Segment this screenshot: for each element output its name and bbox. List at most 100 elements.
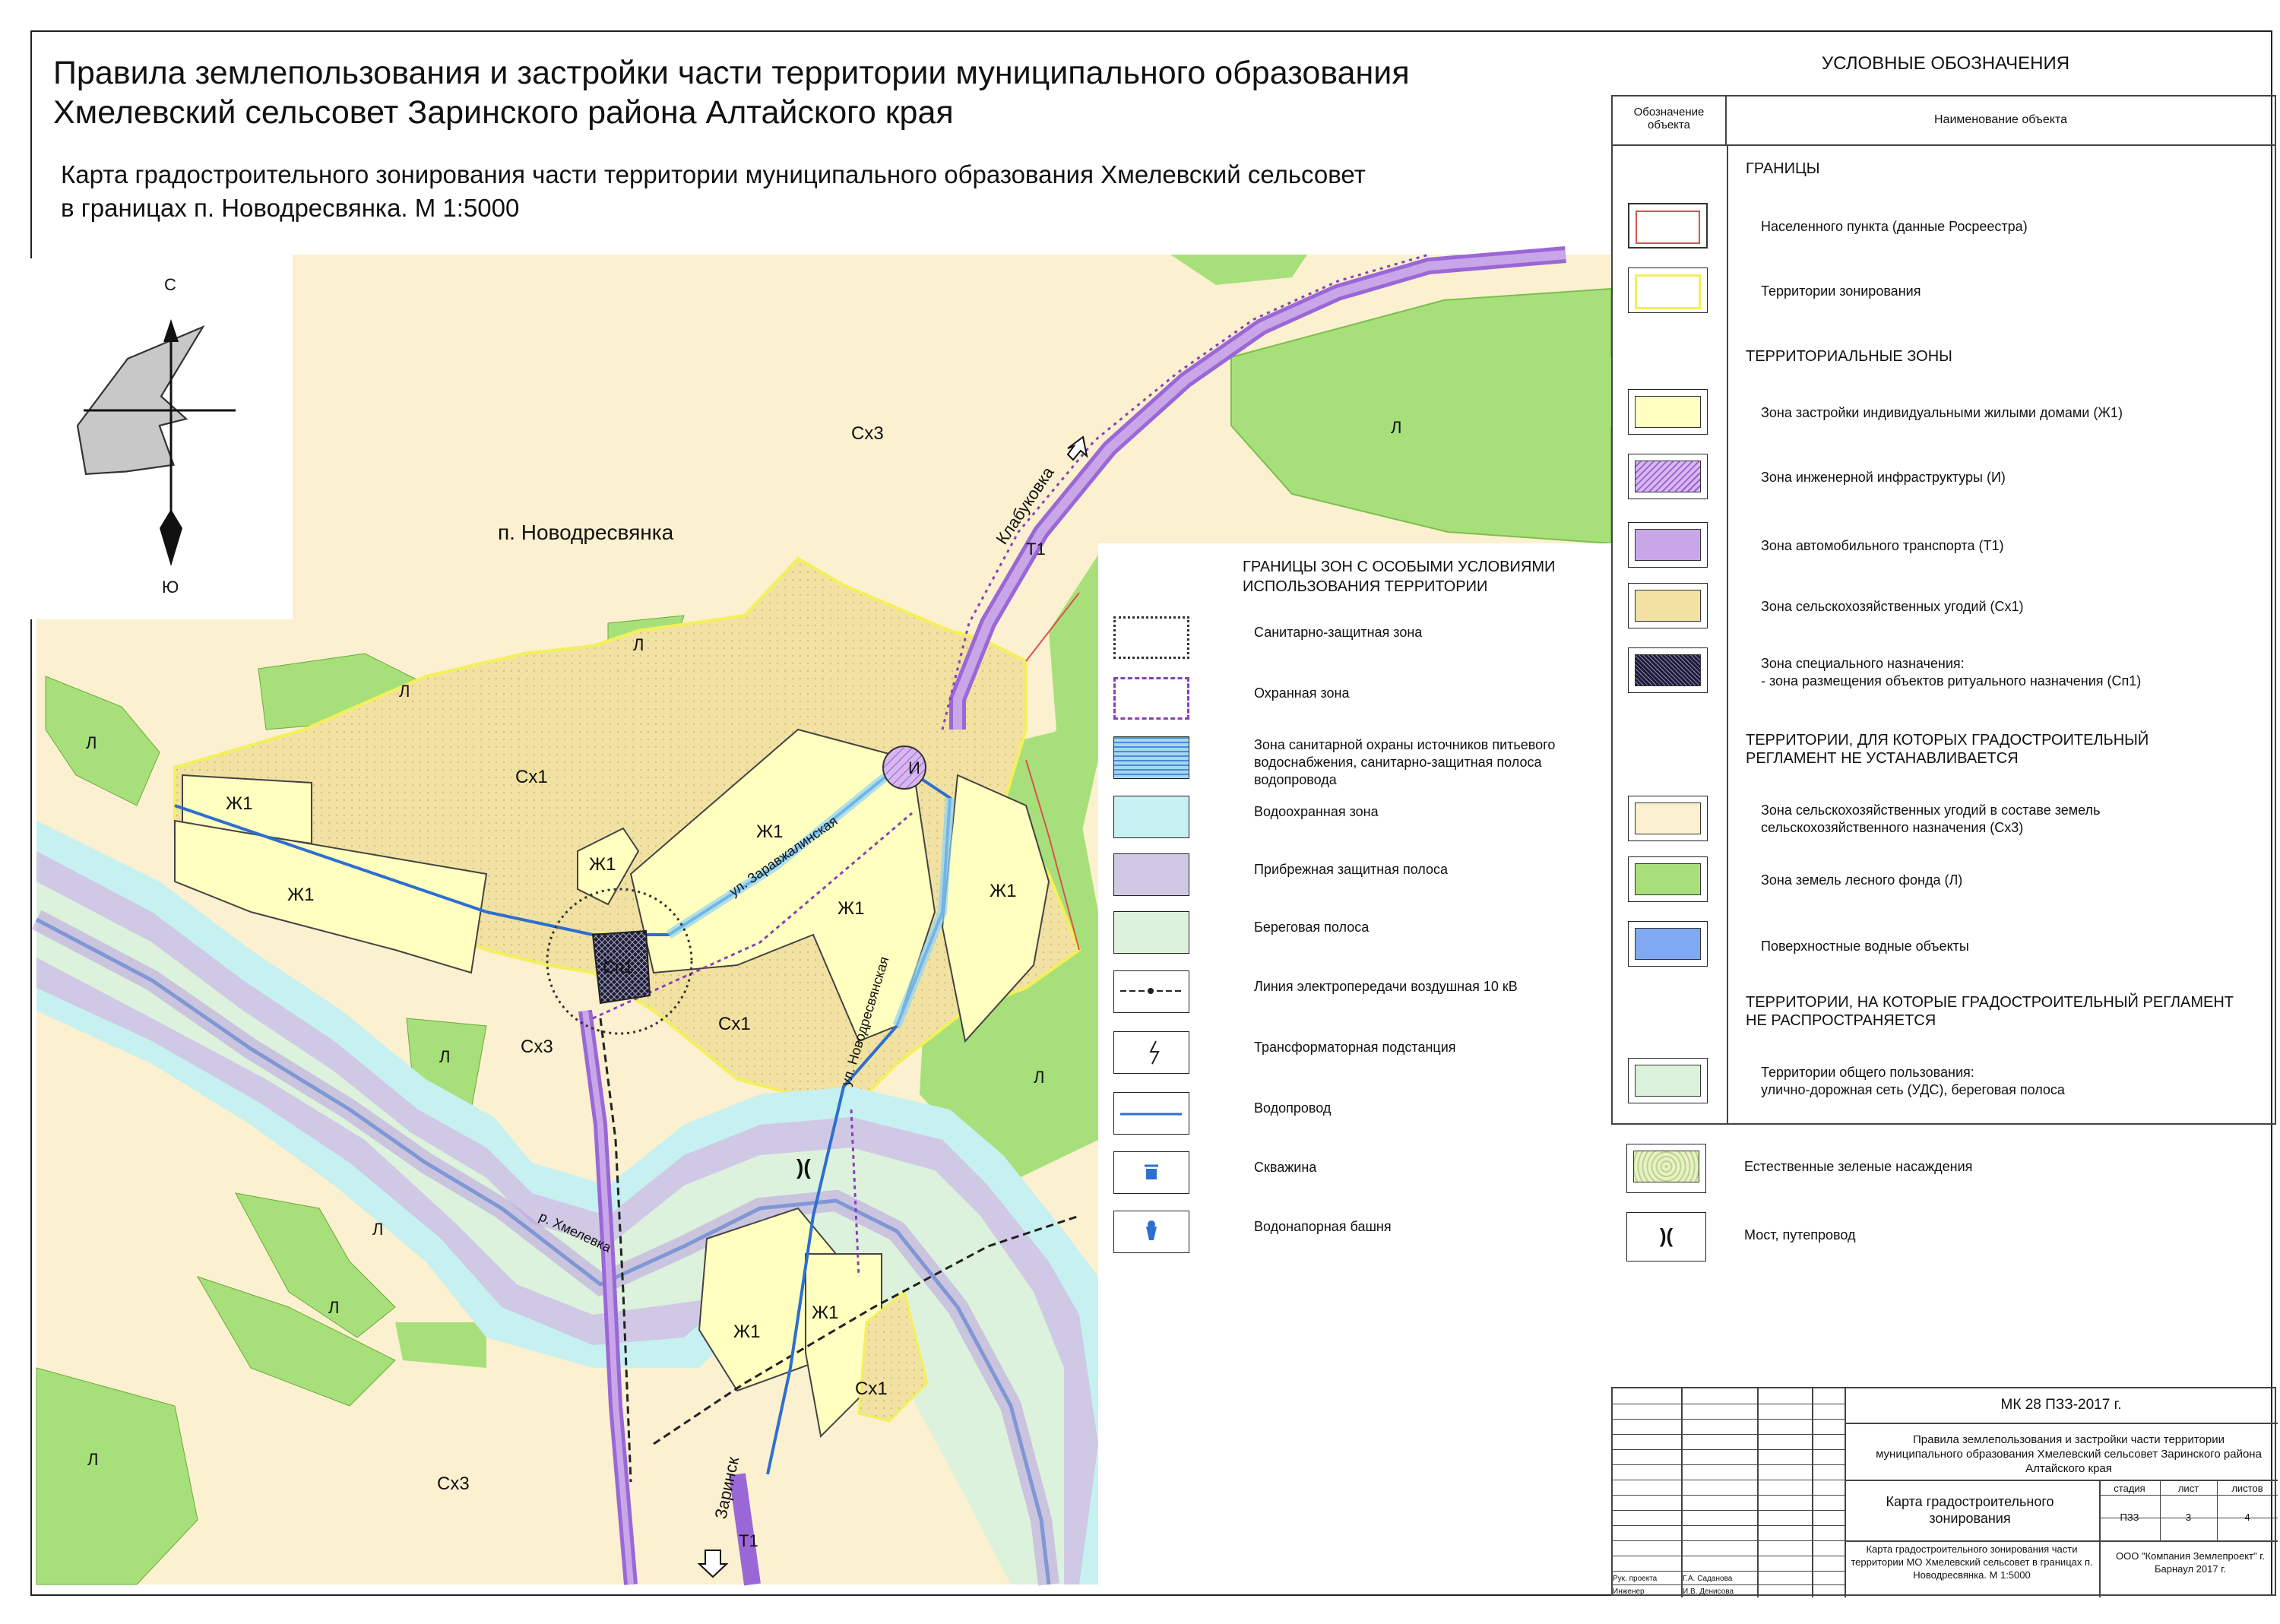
- label-bridge: )(: [796, 1155, 811, 1179]
- label-forest: Л: [86, 733, 97, 752]
- page-title-line: Правила землепользования и застройки час…: [53, 55, 1410, 91]
- person-name: И.В. Денисова: [1683, 1588, 1734, 1596]
- legend-label: Прибрежная защитная полоса: [1254, 862, 1449, 877]
- legend-label: Водопровод: [1254, 1100, 1332, 1116]
- legend-col-symbol: Обозначение объекта: [1613, 97, 1727, 146]
- label-zh1: Ж1: [589, 854, 616, 875]
- legend-label: Скважина: [1254, 1160, 1317, 1175]
- legend-section-zones: ТЕРРИТОРИАЛЬНЫЕ ЗОНЫ: [1746, 348, 1952, 365]
- north-arrow-icon: [163, 319, 179, 342]
- special-zones-legend-title: ГРАНИЦЫ ЗОН С ОСОБЫМИ УСЛОВИЯМИ ИСПОЛЬЗО…: [1243, 559, 1556, 595]
- legend-title: УСЛОВНЫЕ ОБОЗНАЧЕНИЯ: [1821, 53, 2070, 74]
- sheets-value: 4: [2244, 1512, 2250, 1523]
- legend-row: Территории зонирования: [1628, 268, 2266, 313]
- substation-icon: [1113, 1031, 1189, 1074]
- page-title: Правила землепользования и застройки час…: [53, 53, 1573, 132]
- legend-row: Территории общего пользования: улично-до…: [1628, 1058, 2266, 1103]
- legend-row: Зона инженерной инфраструктуры (И): [1628, 454, 2266, 499]
- special-zones-legend: ГРАНИЦЫ ЗОН С ОСОБЫМИ УСЛОВИЯМИ ИСПОЛЬЗО…: [1098, 543, 1615, 1588]
- legend-label: Зона специального назначения: - зона раз…: [1761, 656, 2142, 689]
- legend-row: Зона сельскохозяйственных угодий (Сх1): [1628, 583, 2266, 628]
- label-zh1: Ж1: [812, 1303, 839, 1323]
- label-forest: Л: [1034, 1068, 1044, 1087]
- label-zh1: Ж1: [226, 793, 253, 814]
- zone-sp1-icon: [1628, 647, 1708, 693]
- water-protection-icon: [1113, 736, 1189, 779]
- legend-label: Населенного пункта (данные Росреестра): [1761, 219, 2028, 234]
- label-zh1: Ж1: [756, 821, 784, 842]
- label-sx1: Сх1: [718, 1014, 751, 1034]
- label-t1: Т1: [739, 1531, 758, 1550]
- label-sx3: Сх3: [437, 1474, 470, 1494]
- legend-row: Зона земель лесного фонда (Л): [1628, 856, 2266, 902]
- label-i: И: [908, 758, 920, 777]
- legend-row: Береговая полоса: [1113, 911, 1607, 957]
- label-forest: Л: [372, 1220, 383, 1239]
- label-forest: Л: [1391, 418, 1401, 437]
- well-icon: [1113, 1151, 1189, 1194]
- zone-t1-icon: [1628, 522, 1708, 568]
- subtitle-line: Карта градостроительного зонирования час…: [61, 160, 1366, 188]
- sheet-name: Карта градостроительного зонирования: [1886, 1494, 2054, 1526]
- stage-value: ПЗЗ: [2120, 1512, 2139, 1523]
- legend-label: Водоохранная зона: [1254, 804, 1379, 819]
- legend-label: Зона автомобильного транспорта (Т1): [1761, 538, 2004, 553]
- sheet-header: лист: [2177, 1483, 2199, 1494]
- label-zh1: Ж1: [733, 1322, 761, 1342]
- legend-label: Охранная зона: [1254, 685, 1350, 701]
- legend-row: Водопровод: [1113, 1092, 1607, 1138]
- role-label: Инженер: [1613, 1588, 1645, 1596]
- zone-sx1-icon: [1628, 583, 1708, 628]
- north-arrow-panel: С Ю: [30, 258, 293, 619]
- legend-row: Поверхностные водные объекты: [1628, 921, 2266, 967]
- label-forest: Л: [328, 1298, 339, 1317]
- label-zh1: Ж1: [287, 885, 315, 905]
- legend-row: Водонапорная башня: [1113, 1211, 1607, 1256]
- legend-row: Зона автомобильного транспорта (Т1): [1628, 522, 2266, 568]
- label-forest: Л: [399, 682, 410, 701]
- company-name: ООО "Компания Землепроект" г. Барнаул 20…: [2115, 1550, 2265, 1575]
- legend-row: Населенного пункта (данные Росреестра): [1628, 203, 2266, 249]
- project-name: Правила землепользования и застройки час…: [1876, 1433, 2262, 1475]
- label-sx1: Сх1: [855, 1379, 888, 1399]
- subtitle-line: в границах п. Новодресвянка. М 1:5000: [61, 194, 520, 222]
- legend-label: Естественные зеленые насаждения: [1744, 1159, 1973, 1174]
- south-arrow-icon: [160, 509, 182, 566]
- legend-label: Зона санитарной охраны источников питьев…: [1254, 737, 1556, 787]
- legend-label: Линия электропередачи воздушная 10 кВ: [1254, 979, 1518, 994]
- legend-section-noreg: ТЕРРИТОРИИ, ДЛЯ КОТОРЫХ ГРАДОСТРОИТЕЛЬНЫ…: [1746, 732, 2149, 767]
- territory-outline-icon: [76, 324, 205, 475]
- protection-zone-icon: [1113, 677, 1189, 720]
- legend-label: Зона застройки индивидуальными жилыми до…: [1761, 405, 2123, 420]
- label-sx3: Сх3: [851, 423, 884, 444]
- water-zone-icon: [1113, 796, 1189, 838]
- legend-label: Поверхностные водные объекты: [1761, 939, 1969, 954]
- legend-label: Зона сельскохозяйственных угодий (Сх1): [1761, 599, 2024, 614]
- legend-row: )( Мост, путепровод: [1611, 1212, 2276, 1265]
- label-forest: Л: [633, 635, 644, 654]
- label-zh1: Ж1: [990, 881, 1017, 901]
- legend-label: Санитарно-защитная зона: [1254, 625, 1423, 640]
- compass-south-label: Ю: [162, 578, 179, 597]
- sheets-header: листов: [2231, 1483, 2263, 1494]
- label-forest: Л: [87, 1450, 98, 1469]
- main-legend: Обозначение объекта Наименование объекта…: [1611, 95, 2276, 1125]
- zone-sx3-icon: [1628, 796, 1708, 841]
- stage-header: стадия: [2114, 1483, 2145, 1494]
- zoning-border-icon: [1628, 268, 1708, 313]
- label-forest: Л: [439, 1047, 450, 1066]
- doc-code: МК 28 ПЗЗ-2017 г.: [2000, 1397, 2122, 1413]
- zone-zh1-icon: [1628, 389, 1708, 435]
- water-pipe-icon: [1113, 1092, 1189, 1135]
- label-sp1: Сп1: [603, 958, 633, 977]
- title-block: МК 28 ПЗЗ-2017 г. Правила землепользован…: [1611, 1387, 2278, 1597]
- label-zh1: Ж1: [838, 898, 865, 919]
- settlement-border-icon: [1628, 203, 1708, 249]
- sanitary-zone-icon: [1113, 616, 1189, 659]
- label-settlement: п. Новодресвянка: [498, 521, 674, 544]
- legend-row: Прибрежная защитная полоса: [1113, 853, 1607, 899]
- public-territory-icon: [1628, 1058, 1708, 1103]
- legend-row: Санитарно-защитная зона: [1113, 616, 1607, 662]
- coastal-strip-icon: [1113, 853, 1189, 896]
- legend-label: Водонапорная башня: [1254, 1219, 1392, 1234]
